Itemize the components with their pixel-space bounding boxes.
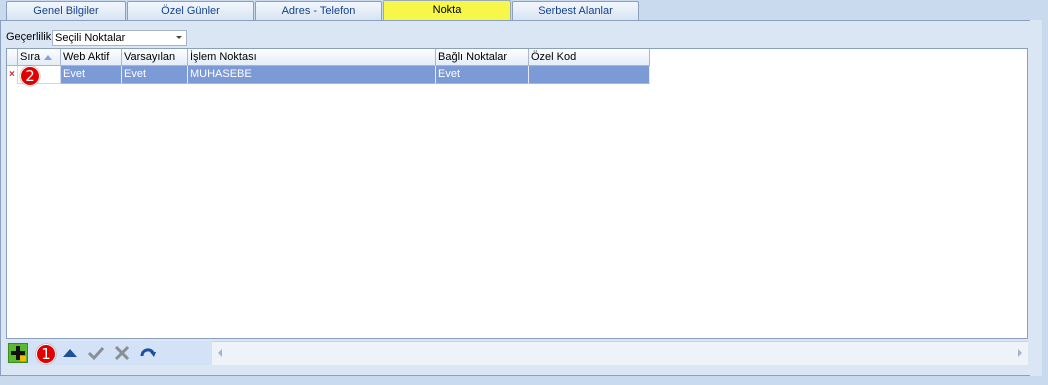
tab-adres-telefon[interactable]: Adres - Telefon (255, 1, 382, 20)
cell-bagli-noktalar[interactable]: Evet (436, 66, 529, 84)
column-header-bagli-noktalar[interactable]: Bağlı Noktalar (436, 49, 529, 66)
cell-varsayilan[interactable]: Evet (122, 66, 188, 84)
column-header-sira[interactable]: Sıra (18, 49, 61, 66)
move-up-button[interactable] (60, 343, 80, 363)
gecerlilik-dropdown[interactable]: Seçili Noktalar (52, 30, 187, 46)
row-indicator[interactable]: × (7, 66, 18, 84)
move-up-icon (63, 349, 77, 357)
tab-strip: Genel Bilgiler Özel Günler Adres - Telef… (0, 0, 1048, 21)
tab-serbest-alanlar[interactable]: Serbest Alanlar (512, 1, 639, 20)
nokta-grid[interactable]: Sıra Web Aktif Varsayılan İşlem Noktası … (6, 48, 1028, 339)
column-header-web-aktif[interactable]: Web Aktif (61, 49, 122, 66)
sort-ascending-icon (44, 55, 52, 60)
gecerlilik-value: Seçili Noktalar (55, 32, 126, 44)
column-header-varsayilan[interactable]: Varsayılan (122, 49, 188, 66)
refresh-icon (140, 348, 156, 357)
chevron-down-icon[interactable] (176, 36, 182, 39)
tab-ozel-gunler[interactable]: Özel Günler (127, 1, 254, 20)
tab-genel-bilgiler[interactable]: Genel Bilgiler (6, 1, 126, 20)
column-header-ozel-kod[interactable]: Özel Kod (529, 49, 650, 66)
grid-navigator (6, 339, 1028, 365)
add-button[interactable] (8, 343, 28, 363)
cell-islem-noktasi[interactable]: MUHASEBE (188, 66, 436, 84)
column-header-islem-noktasi[interactable]: İşlem Noktası (188, 49, 436, 66)
window-bottom-edge (0, 376, 1048, 385)
delete-x-icon: × (9, 69, 15, 80)
cell-ozel-kod[interactable] (529, 66, 650, 84)
add-icon (11, 346, 26, 361)
scroll-right-icon[interactable] (1018, 349, 1022, 357)
horizontal-scrollbar[interactable] (212, 341, 1028, 365)
column-header-label: Sıra (20, 51, 41, 63)
annotation-badge-1: 1 (36, 344, 56, 364)
annotation-badge-2: 2 (20, 66, 40, 86)
panel-right-edge (1030, 20, 1042, 376)
refresh-button[interactable] (138, 343, 158, 363)
cancel-x-icon (114, 345, 130, 361)
scroll-left-icon[interactable] (218, 349, 222, 357)
gecerlilik-label: Geçerlilik (6, 31, 52, 43)
confirm-check-icon (87, 346, 105, 361)
confirm-button[interactable] (86, 343, 106, 363)
tab-nokta[interactable]: Nokta (383, 0, 511, 21)
row-indicator-header (7, 49, 18, 66)
cell-web-aktif[interactable]: Evet (61, 66, 122, 84)
cancel-button[interactable] (112, 343, 132, 363)
